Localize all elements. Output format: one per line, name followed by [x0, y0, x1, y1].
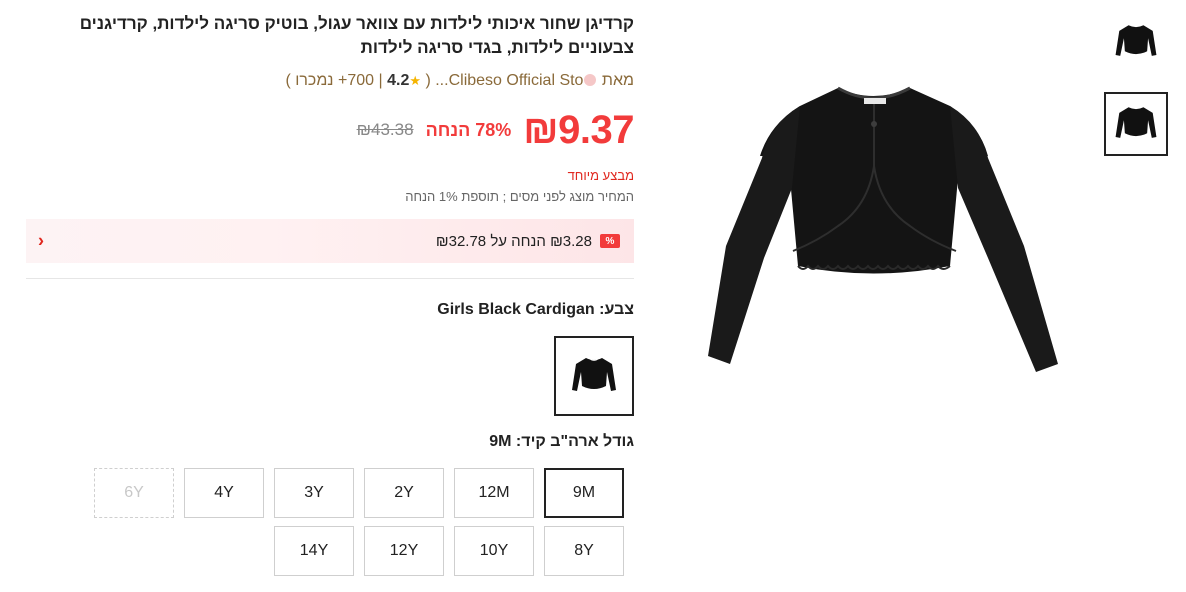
cardigan-thumbnail-icon — [572, 358, 616, 391]
size-option-14y[interactable]: 14Y — [274, 526, 354, 576]
size-option-10y[interactable]: 10Y — [454, 526, 534, 576]
store-icon — [584, 74, 597, 86]
rating-value: 4.2 — [387, 72, 410, 89]
thumbnail-1[interactable] — [1104, 10, 1168, 74]
divider — [26, 278, 634, 279]
cardigan-thumbnail-icon — [1115, 25, 1157, 56]
thumbnail-2[interactable] — [1104, 92, 1168, 156]
store-rating-line: מאת Clibeso Official Sto... ( ★ 700 | 4.2… — [26, 70, 634, 92]
coupon-text: ₪3.28 הנחה על ₪32.78 — [435, 232, 592, 250]
current-price: ₪9.37 — [523, 108, 634, 152]
product-title: קרדיגן שחור איכותי לילדות עם צוואר עגול,… — [79, 14, 634, 57]
size-option-4y[interactable]: 4Y — [184, 468, 264, 518]
cardigan-thumbnail-icon — [1115, 107, 1157, 138]
coupon-banner[interactable]: % ₪3.28 הנחה על ₪32.78 ‹ — [26, 219, 634, 263]
rating-open: ( — [425, 72, 431, 89]
size-option-6y: 6Y — [94, 468, 174, 518]
discount-percent: 78% הנחה — [425, 119, 512, 140]
store-prefix: מאת — [601, 72, 634, 89]
store-name-link[interactable]: Clibeso Official Sto... — [435, 72, 583, 89]
star-icon: ★ — [409, 73, 421, 88]
chevron-left-icon[interactable]: ‹ — [38, 231, 44, 252]
special-offer-label: מבצע מיוחד — [567, 168, 634, 183]
size-option-12m[interactable]: 12M — [454, 468, 534, 518]
sold-count: + נמכרו ) — [285, 72, 348, 89]
size-option-8y[interactable]: 8Y — [544, 526, 624, 576]
rating-count: 700 — [347, 72, 375, 89]
tax-note: המחיר מוצג לפני מסים ; תוספת 1% הנחה — [405, 189, 634, 204]
size-option-9m[interactable]: 9M — [544, 468, 624, 518]
price-row: ₪9.37 78% הנחה ₪43.38 — [26, 106, 635, 154]
coupon-percent-icon: % — [600, 234, 620, 248]
color-label: צבע: Girls Black Cardigan — [437, 301, 634, 318]
size-option-2y[interactable]: 2Y — [364, 468, 444, 518]
main-product-image — [688, 76, 1068, 386]
cardigan-image — [708, 86, 1058, 372]
original-price: ₪43.38 — [356, 120, 414, 139]
size-option-3y[interactable]: 3Y — [274, 468, 354, 518]
rating-separator: | — [378, 72, 383, 89]
size-option-12y[interactable]: 12Y — [364, 526, 444, 576]
color-swatch-black[interactable] — [554, 336, 634, 416]
product-info: קרדיגן שחור איכותי לילדות עם צוואר עגול,… — [26, 12, 634, 451]
size-label: גודל ארה"ב קיד: 9M — [489, 433, 634, 450]
